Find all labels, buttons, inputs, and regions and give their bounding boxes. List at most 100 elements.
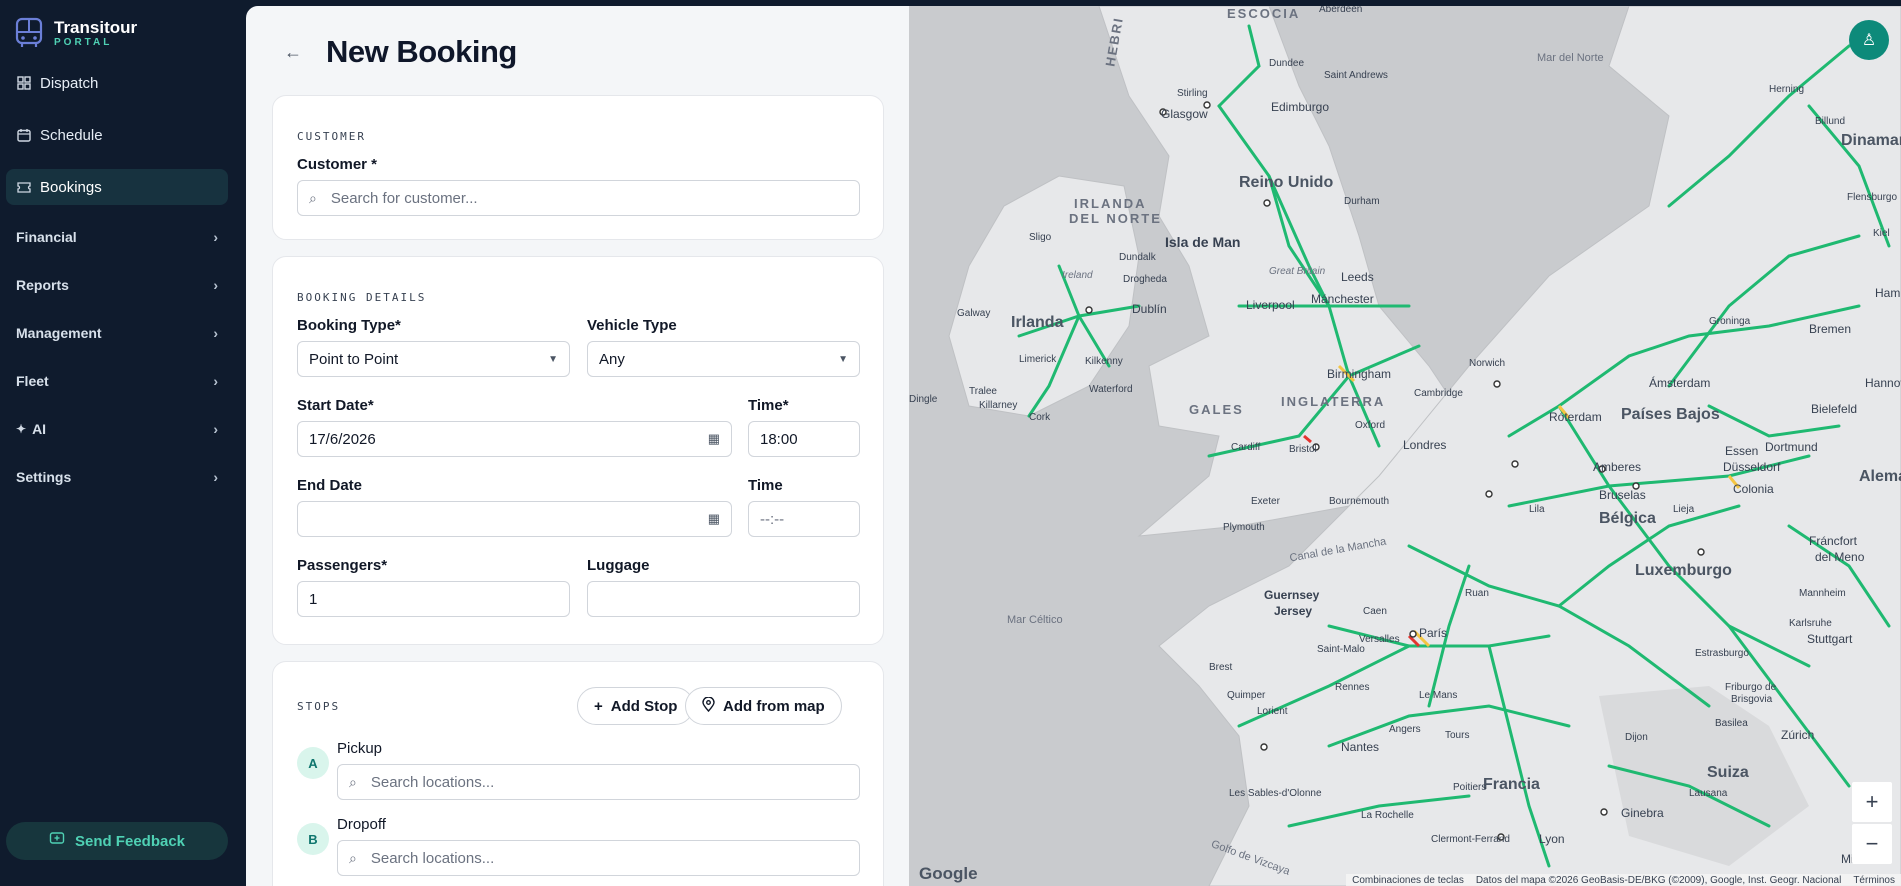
customer-search-input[interactable]: ⌕ Search for customer...	[297, 180, 860, 216]
zoom-out-button[interactable]: −	[1852, 824, 1892, 864]
add-stop-button[interactable]: + Add Stop	[577, 687, 695, 725]
sidebar-item-schedule[interactable]: Schedule	[6, 117, 228, 153]
sidebar-group-financial[interactable]: Financial ›	[6, 220, 228, 254]
luggage-input[interactable]	[587, 581, 860, 617]
map-label-tralee: Tralee	[969, 386, 997, 397]
map-label-dublin: Dublín	[1132, 302, 1167, 316]
sidebar-group-management[interactable]: Management ›	[6, 316, 228, 350]
map-label-clermont: Clermont-Ferrand	[1431, 834, 1510, 845]
chevron-right-icon: ›	[213, 229, 218, 245]
end-date-input[interactable]: ▦	[297, 501, 732, 537]
sidebar-group-label: Financial	[16, 229, 77, 245]
map-label-groninga: Groninga	[1709, 316, 1751, 327]
map-label-kiel: Kiel	[1873, 228, 1890, 239]
sidebar-group-label: AI	[32, 421, 47, 437]
vehicle-type-label: Vehicle Type	[587, 317, 677, 334]
sidebar-group-ai[interactable]: ✦ AI ›	[6, 412, 228, 446]
map-label-gales: GALES	[1189, 402, 1244, 417]
map-label-aleman: Alemar	[1859, 468, 1901, 485]
map-label-lyon: Lyon	[1539, 832, 1565, 846]
map-label-lorient: Lorient	[1257, 706, 1288, 717]
map-label-roterdam: Róterdam	[1549, 410, 1602, 424]
sidebar-item-dispatch[interactable]: Dispatch	[6, 65, 228, 101]
chevron-down-icon: ▼	[838, 353, 848, 365]
map-label-dusseldorf: Düsseldorf	[1723, 460, 1781, 474]
app: Transitour PORTAL Dispatch Schedule Book…	[0, 0, 1901, 886]
map-label-friburgo-2: Brisgovia	[1731, 694, 1773, 705]
chevron-right-icon: ›	[213, 373, 218, 389]
map-label-bristol: Bristol	[1289, 444, 1317, 455]
vehicle-type-select[interactable]: Any ▼	[587, 341, 860, 377]
map-label-amberes: Amberes	[1593, 460, 1642, 474]
passengers-input[interactable]: 1	[297, 581, 570, 617]
brand[interactable]: Transitour PORTAL	[14, 16, 137, 50]
end-time-label: Time	[748, 477, 783, 494]
map-label-paises-bajos: Países Bajos	[1621, 406, 1720, 423]
map-label-irlanda-norte-1: IRLANDA	[1074, 196, 1147, 211]
customer-label: Customer *	[297, 156, 378, 173]
map-label-glasgow: Glasgow	[1161, 107, 1208, 121]
add-from-map-button[interactable]: Add from map	[685, 687, 842, 725]
map-label-bielefeld: Bielefeld	[1811, 402, 1858, 416]
map-label-londres: Londres	[1403, 438, 1447, 452]
pickup-label: Pickup	[337, 740, 383, 757]
stop-badge-b: B	[297, 823, 329, 855]
sidebar-group-label: Fleet	[16, 373, 49, 389]
chevron-right-icon: ›	[213, 277, 218, 293]
map-label-dinamarca: Dinamarca	[1841, 132, 1901, 149]
map-label-dundee: Dundee	[1269, 58, 1305, 69]
map-label-cambridge: Cambridge	[1414, 388, 1463, 399]
passengers-label: Passengers*	[297, 557, 388, 574]
sidebar-group-reports[interactable]: Reports ›	[6, 268, 228, 302]
map-label-stirling: Stirling	[1177, 88, 1208, 99]
feedback-icon	[49, 831, 65, 851]
back-arrow-icon[interactable]: ←	[284, 42, 302, 63]
map-label-quimper: Quimper	[1227, 690, 1266, 701]
zoom-in-button[interactable]: +	[1852, 782, 1892, 822]
street-view-pegman-icon[interactable]: ♙	[1849, 20, 1889, 60]
map-label-francia: Francia	[1483, 776, 1540, 793]
calendar-icon[interactable]: ▦	[708, 511, 720, 527]
map-label-paris: París	[1419, 626, 1448, 640]
sidebar-item-bookings[interactable]: Bookings	[6, 169, 228, 205]
map-data-text: Datos del mapa ©2026 GeoBasis-DE/BKG (©2…	[1475, 874, 1842, 886]
booking-type-select[interactable]: Point to Point ▼	[297, 341, 570, 377]
map-label-bremen: Bremen	[1809, 322, 1852, 336]
map-label-irlanda: Irlanda	[1011, 314, 1064, 331]
start-time-value: 18:00	[760, 430, 798, 448]
sidebar-group-label: Settings	[16, 469, 72, 485]
pickup-placeholder: Search locations...	[370, 773, 495, 791]
terms-link[interactable]: Términos	[1853, 875, 1895, 886]
map-label-galway: Galway	[957, 308, 991, 319]
map-label-lausana: Lausana	[1689, 788, 1728, 799]
keyboard-shortcuts-link[interactable]: Combinaciones de teclas	[1352, 875, 1464, 886]
map-label-la-rochelle: La Rochelle	[1361, 810, 1414, 821]
dropoff-location-input[interactable]: ⌕ Search locations...	[337, 840, 860, 876]
end-time-value: --:--	[760, 510, 785, 528]
chevron-right-icon: ›	[213, 421, 218, 437]
sidebar-group-fleet[interactable]: Fleet ›	[6, 364, 228, 398]
map-label-karlsruhe: Karlsruhe	[1789, 618, 1832, 629]
end-time-input[interactable]: --:--	[748, 501, 860, 537]
start-time-input[interactable]: 18:00	[748, 421, 860, 457]
map-label-cork: Cork	[1029, 412, 1051, 423]
vehicle-type-value: Any	[599, 350, 625, 368]
map-label-saint-andrews: Saint Andrews	[1324, 70, 1388, 81]
map-label-francfort-1: Fráncfort	[1809, 534, 1858, 548]
dropoff-placeholder: Search locations...	[370, 849, 495, 867]
sidebar-group-settings[interactable]: Settings ›	[6, 460, 228, 494]
send-feedback-button[interactable]: Send Feedback	[6, 822, 228, 860]
map-label-jersey: Jersey	[1274, 604, 1313, 618]
map-label-nantes: Nantes	[1341, 740, 1380, 754]
map-view[interactable]: ESCOCIA HEBRI Mar del Norte Aberdeen Dun…	[909, 6, 1901, 886]
map-label-waterford: Waterford	[1089, 384, 1133, 395]
sidebar-item-label: Schedule	[40, 126, 103, 144]
pickup-location-input[interactable]: ⌕ Search locations...	[337, 764, 860, 800]
calendar-icon[interactable]: ▦	[708, 431, 720, 447]
sidebar-item-label: Bookings	[40, 178, 102, 196]
map-label-zurich: Zúrich	[1781, 728, 1815, 742]
grid-icon	[16, 75, 32, 91]
brand-subtitle: PORTAL	[54, 36, 113, 48]
start-date-input[interactable]: 17/6/2026 ▦	[297, 421, 732, 457]
map-label-brest: Brest	[1209, 662, 1233, 673]
